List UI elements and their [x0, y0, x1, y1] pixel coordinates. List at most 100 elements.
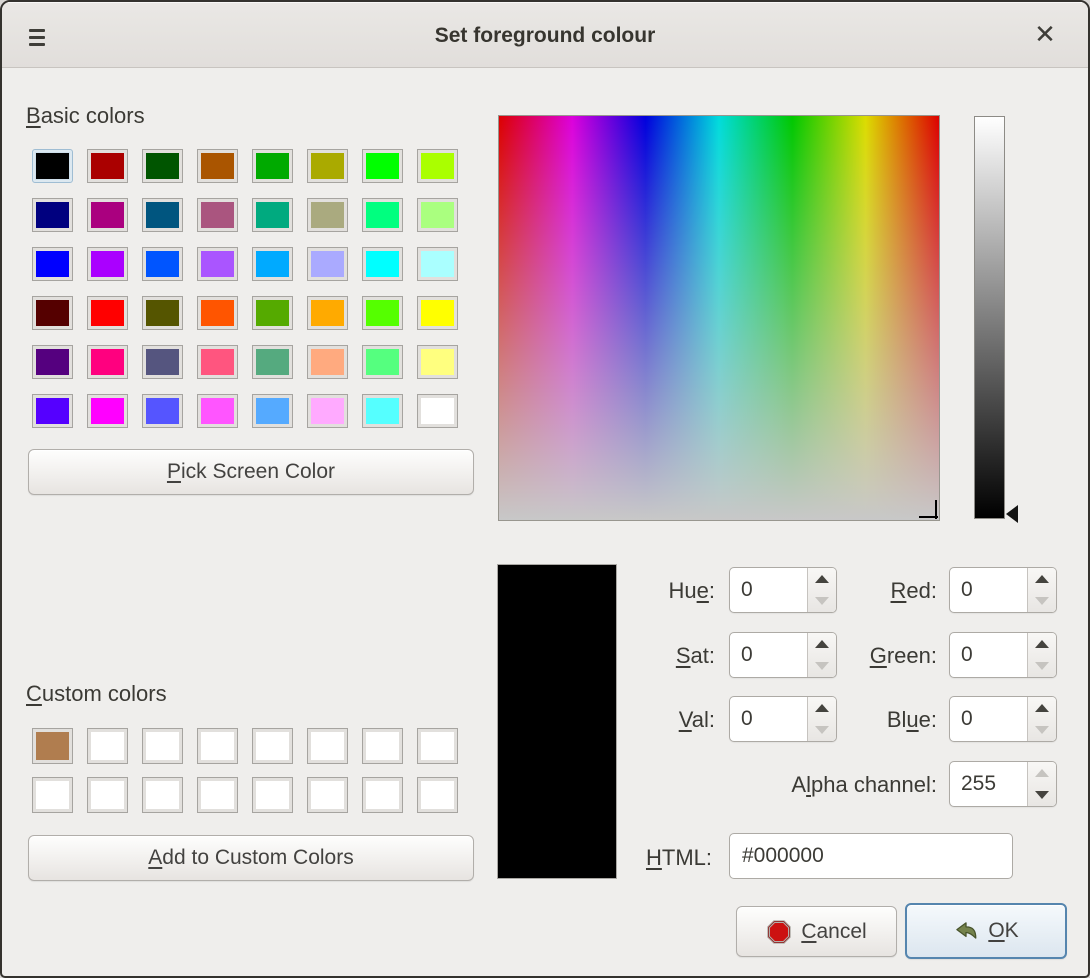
- color-swatch[interactable]: [252, 247, 293, 281]
- color-swatch[interactable]: [87, 394, 128, 428]
- color-swatch[interactable]: [197, 149, 238, 183]
- color-swatch[interactable]: [417, 296, 458, 330]
- color-swatch[interactable]: [417, 198, 458, 232]
- color-swatch[interactable]: [252, 394, 293, 428]
- color-swatch[interactable]: [197, 198, 238, 232]
- alpha-spin-up-icon[interactable]: [1028, 762, 1056, 784]
- blue-spin-up-icon[interactable]: [1028, 697, 1056, 719]
- val-spinbox[interactable]: 0: [729, 696, 837, 742]
- sat-spin-down-icon[interactable]: [808, 655, 836, 677]
- close-icon[interactable]: ✕: [1028, 15, 1062, 53]
- value-slider-gradient[interactable]: [974, 116, 1005, 519]
- color-swatch[interactable]: [362, 394, 403, 428]
- color-swatch[interactable]: [142, 728, 183, 764]
- blue-spinbox[interactable]: 0: [949, 696, 1057, 742]
- val-spin-down-icon[interactable]: [808, 719, 836, 741]
- color-swatch[interactable]: [142, 394, 183, 428]
- color-swatch[interactable]: [307, 728, 348, 764]
- val-spin-up-icon[interactable]: [808, 697, 836, 719]
- blue-value[interactable]: 0: [950, 697, 1027, 741]
- red-spinbox[interactable]: 0: [949, 567, 1057, 613]
- ok-button[interactable]: OK: [905, 903, 1067, 959]
- color-swatch[interactable]: [142, 198, 183, 232]
- color-swatch[interactable]: [307, 198, 348, 232]
- red-value[interactable]: 0: [950, 568, 1027, 612]
- color-swatch[interactable]: [32, 296, 73, 330]
- color-swatch[interactable]: [252, 777, 293, 813]
- alpha-spinbox[interactable]: 255: [949, 761, 1057, 807]
- color-swatch[interactable]: [362, 247, 403, 281]
- color-swatch[interactable]: [142, 777, 183, 813]
- color-swatch[interactable]: [32, 394, 73, 428]
- color-swatch[interactable]: [87, 777, 128, 813]
- hue-spin-down-icon[interactable]: [808, 590, 836, 612]
- pick-screen-color-button[interactable]: Pick Screen Color: [28, 449, 474, 495]
- color-swatch[interactable]: [417, 345, 458, 379]
- add-to-custom-colors-button[interactable]: Add to Custom Colors: [28, 835, 474, 881]
- color-swatch[interactable]: [362, 149, 403, 183]
- color-swatch[interactable]: [417, 777, 458, 813]
- sat-spinbox[interactable]: 0: [729, 632, 837, 678]
- color-swatch[interactable]: [307, 149, 348, 183]
- value-slider-arrow-icon[interactable]: [1006, 505, 1018, 523]
- color-swatch[interactable]: [142, 247, 183, 281]
- color-swatch[interactable]: [197, 345, 238, 379]
- color-swatch[interactable]: [87, 247, 128, 281]
- color-swatch[interactable]: [362, 777, 403, 813]
- color-swatch[interactable]: [252, 198, 293, 232]
- color-swatch[interactable]: [307, 777, 348, 813]
- val-value[interactable]: 0: [730, 697, 807, 741]
- color-swatch[interactable]: [362, 345, 403, 379]
- color-swatch[interactable]: [32, 777, 73, 813]
- sat-value[interactable]: 0: [730, 633, 807, 677]
- color-swatch[interactable]: [142, 345, 183, 379]
- hue-spinbox[interactable]: 0: [729, 567, 837, 613]
- color-swatch[interactable]: [307, 345, 348, 379]
- green-spin-up-icon[interactable]: [1028, 633, 1056, 655]
- color-swatch[interactable]: [87, 296, 128, 330]
- red-spin-down-icon[interactable]: [1028, 590, 1056, 612]
- color-swatch[interactable]: [307, 394, 348, 428]
- blue-spin-down-icon[interactable]: [1028, 719, 1056, 741]
- color-swatch[interactable]: [252, 296, 293, 330]
- color-swatch[interactable]: [142, 149, 183, 183]
- color-swatch[interactable]: [32, 247, 73, 281]
- color-swatch[interactable]: [362, 198, 403, 232]
- color-swatch[interactable]: [252, 345, 293, 379]
- color-swatch[interactable]: [252, 149, 293, 183]
- color-swatch[interactable]: [87, 198, 128, 232]
- color-swatch[interactable]: [87, 345, 128, 379]
- color-swatch[interactable]: [417, 247, 458, 281]
- color-swatch[interactable]: [417, 394, 458, 428]
- green-spin-down-icon[interactable]: [1028, 655, 1056, 677]
- color-swatch[interactable]: [197, 777, 238, 813]
- color-swatch[interactable]: [32, 198, 73, 232]
- hue-sat-gradient[interactable]: [498, 115, 940, 521]
- color-swatch[interactable]: [197, 296, 238, 330]
- color-swatch[interactable]: [32, 728, 73, 764]
- color-swatch[interactable]: [307, 247, 348, 281]
- color-swatch[interactable]: [417, 149, 458, 183]
- green-value[interactable]: 0: [950, 633, 1027, 677]
- color-swatch[interactable]: [362, 296, 403, 330]
- color-swatch[interactable]: [417, 728, 458, 764]
- green-spinbox[interactable]: 0: [949, 632, 1057, 678]
- cancel-button[interactable]: Cancel: [736, 906, 897, 957]
- alpha-value[interactable]: 255: [950, 762, 1027, 806]
- red-spin-up-icon[interactable]: [1028, 568, 1056, 590]
- sat-spin-up-icon[interactable]: [808, 633, 836, 655]
- color-swatch[interactable]: [32, 149, 73, 183]
- hue-spin-up-icon[interactable]: [808, 568, 836, 590]
- color-swatch[interactable]: [197, 247, 238, 281]
- alpha-spin-down-icon[interactable]: [1028, 784, 1056, 806]
- color-swatch[interactable]: [87, 728, 128, 764]
- html-input[interactable]: #000000: [729, 833, 1013, 879]
- hue-value[interactable]: 0: [730, 568, 807, 612]
- color-swatch[interactable]: [307, 296, 348, 330]
- color-swatch[interactable]: [87, 149, 128, 183]
- color-swatch[interactable]: [32, 345, 73, 379]
- color-swatch[interactable]: [197, 394, 238, 428]
- color-swatch[interactable]: [252, 728, 293, 764]
- color-swatch[interactable]: [197, 728, 238, 764]
- color-swatch[interactable]: [362, 728, 403, 764]
